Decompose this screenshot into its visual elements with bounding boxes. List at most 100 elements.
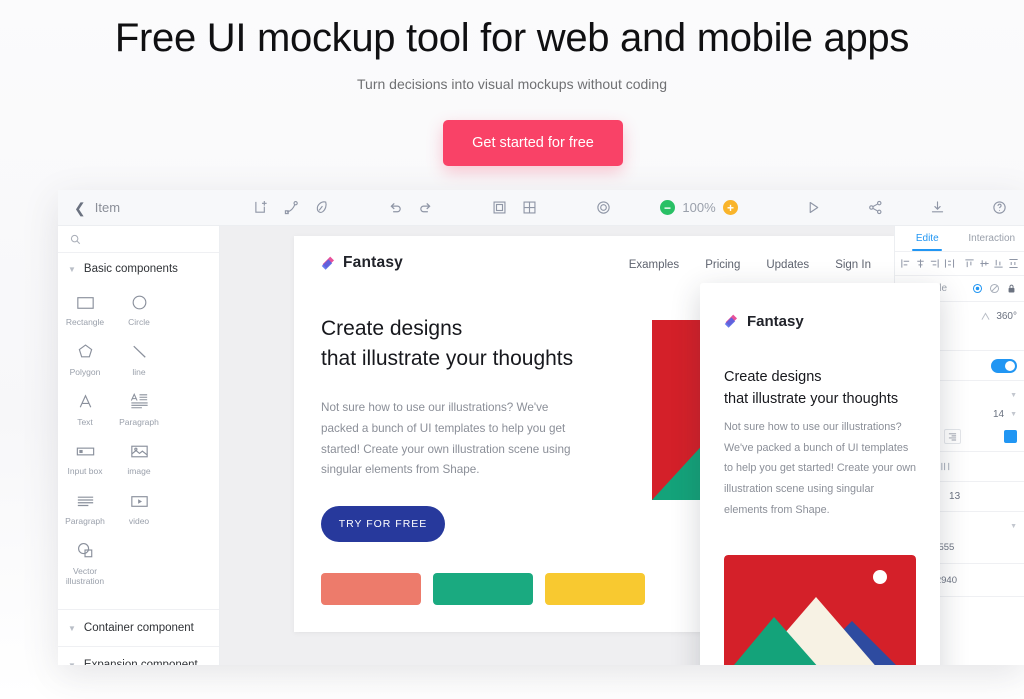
sidebar-section-label: Basic components [83, 263, 178, 275]
component-paragraph-text[interactable]: Paragraph [112, 389, 166, 428]
try-for-free-button[interactable]: TRY FOR FREE [321, 506, 445, 542]
nav-link-pricing[interactable]: Pricing [705, 259, 740, 271]
component-label: Paragraph [65, 516, 105, 527]
align-left-icon[interactable] [899, 257, 913, 271]
app-toolbar: ❮ Item − 100% + [58, 190, 1024, 226]
item-label: Item [94, 200, 121, 215]
toolbar-tool-group [246, 193, 618, 223]
divider [58, 646, 219, 648]
group-icon[interactable] [484, 193, 514, 223]
chevron-down-icon[interactable]: ▼ [1010, 523, 1017, 530]
swatch-green[interactable] [433, 573, 533, 605]
share-icon[interactable] [860, 193, 890, 223]
component-label: Circle [128, 317, 150, 327]
stroke-value[interactable]: 13 [949, 491, 960, 502]
sidebar-section-container-component[interactable]: ▼ Container component [58, 612, 219, 644]
component-label: image [127, 466, 151, 477]
sidebar-section-basic-components[interactable]: ▼ Basic components [58, 253, 219, 285]
component-icon[interactable] [588, 193, 618, 223]
mobile-preview-artboard[interactable]: Fantasy Create designs that illustrate y… [700, 283, 940, 665]
redo-icon[interactable] [410, 193, 440, 223]
nav-link-signin[interactable]: Sign In [835, 259, 871, 271]
play-preview-icon[interactable] [798, 193, 828, 223]
pen-path-icon[interactable] [276, 193, 306, 223]
component-video[interactable]: video [112, 488, 166, 527]
search-icon [70, 234, 81, 245]
swatch-coral[interactable] [321, 573, 421, 605]
back-to-item-button[interactable]: ❮ Item [74, 200, 120, 215]
rectangle-icon [74, 289, 97, 315]
help-icon[interactable] [984, 193, 1014, 223]
component-input-box[interactable]: Input box [58, 438, 112, 477]
component-label: line [132, 366, 146, 377]
font-size-value[interactable]: 14 [993, 409, 1004, 420]
component-polygon[interactable]: Polygon [58, 339, 112, 378]
component-label: Text [77, 416, 93, 427]
align-bottom-icon[interactable] [992, 257, 1006, 271]
rotation-icon [981, 312, 990, 321]
nav-link-examples[interactable]: Examples [629, 259, 680, 271]
artboard-body-text: Not sure how to use our illustrations? W… [321, 401, 571, 477]
disable-icon[interactable] [989, 283, 1000, 294]
distribute-vertical-icon[interactable] [1007, 257, 1021, 271]
component-text[interactable]: Text [58, 389, 112, 428]
visibility-icon[interactable] [972, 283, 983, 294]
align-top-icon[interactable] [963, 257, 977, 271]
circle-icon [128, 289, 151, 315]
tab-edit[interactable]: Edite [895, 226, 960, 251]
component-vector-illustration[interactable]: Vector illustration [58, 538, 112, 587]
input-box-icon [74, 438, 97, 464]
align-right-icon[interactable] [928, 257, 942, 271]
mobile-illustration[interactable] [724, 555, 916, 665]
distribute-icon[interactable] [514, 193, 544, 223]
lock-icon[interactable] [1006, 283, 1017, 294]
letter-spacing-icon[interactable] [940, 461, 951, 472]
artboard-swatch-row [321, 573, 645, 605]
text-align-right-icon[interactable] [944, 429, 961, 444]
artboard-heading: Create designs that illustrate your thou… [321, 314, 661, 374]
alignment-toolbar [895, 252, 1024, 276]
undo-icon[interactable] [380, 193, 410, 223]
chevron-down-icon[interactable]: ▼ [1010, 392, 1017, 399]
component-paragraph-lines[interactable]: Paragraph [58, 488, 112, 527]
nav-link-updates[interactable]: Updates [766, 259, 809, 271]
polygon-icon [74, 339, 97, 365]
mobile-body-text: Not sure how to use our illustrations? W… [724, 421, 917, 516]
align-middle-vertical-icon[interactable] [978, 257, 992, 271]
text-icon [74, 389, 97, 415]
mobile-brand: Fantasy [724, 313, 804, 330]
distribute-horizontal-icon[interactable] [943, 257, 957, 271]
artboard-heading-line1: Create designs [321, 317, 463, 340]
components-sidebar: ▼ Basic components Rectangle Circle Poly… [58, 226, 220, 665]
page-root: Free UI mockup tool for web and mobile a… [0, 0, 1024, 699]
paragraph-lines-icon [74, 488, 97, 514]
chevron-down-icon[interactable]: ▼ [1010, 411, 1017, 418]
mobile-heading-line1: Create designs [724, 369, 822, 385]
zoom-control: − 100% + [660, 200, 739, 215]
pen-nib-icon[interactable] [306, 193, 336, 223]
component-label: Polygon [69, 366, 101, 377]
chevron-down-icon: ▼ [68, 661, 76, 665]
search-input[interactable] [58, 226, 219, 253]
tab-interaction[interactable]: Interaction [960, 226, 1024, 251]
get-started-button[interactable]: Get started for free [443, 120, 623, 166]
align-center-horizontal-icon[interactable] [914, 257, 928, 271]
zoom-out-button[interactable]: − [660, 200, 676, 215]
swatch-yellow[interactable] [545, 573, 645, 605]
artboard-brand: Fantasy [321, 254, 403, 272]
brand-name: Fantasy [747, 313, 804, 330]
component-rectangle[interactable]: Rectangle [58, 289, 112, 328]
component-image[interactable]: image [112, 438, 166, 477]
sidebar-section-expansion-component[interactable]: ▼ Expansion component [58, 649, 219, 665]
component-circle[interactable]: Circle [112, 289, 166, 328]
download-icon[interactable] [922, 193, 952, 223]
chevron-left-icon: ❮ [74, 199, 86, 216]
page-subtitle: Turn decisions into visual mockups witho… [357, 76, 667, 92]
component-line[interactable]: line [112, 339, 166, 378]
text-color-swatch[interactable] [1004, 430, 1017, 443]
scrolling-toggle[interactable] [991, 358, 1017, 373]
add-frame-icon[interactable] [246, 193, 276, 223]
zoom-in-button[interactable]: + [723, 200, 739, 215]
rotation-value[interactable]: 360° [996, 311, 1017, 322]
zoom-level-value: 100% [682, 200, 716, 215]
